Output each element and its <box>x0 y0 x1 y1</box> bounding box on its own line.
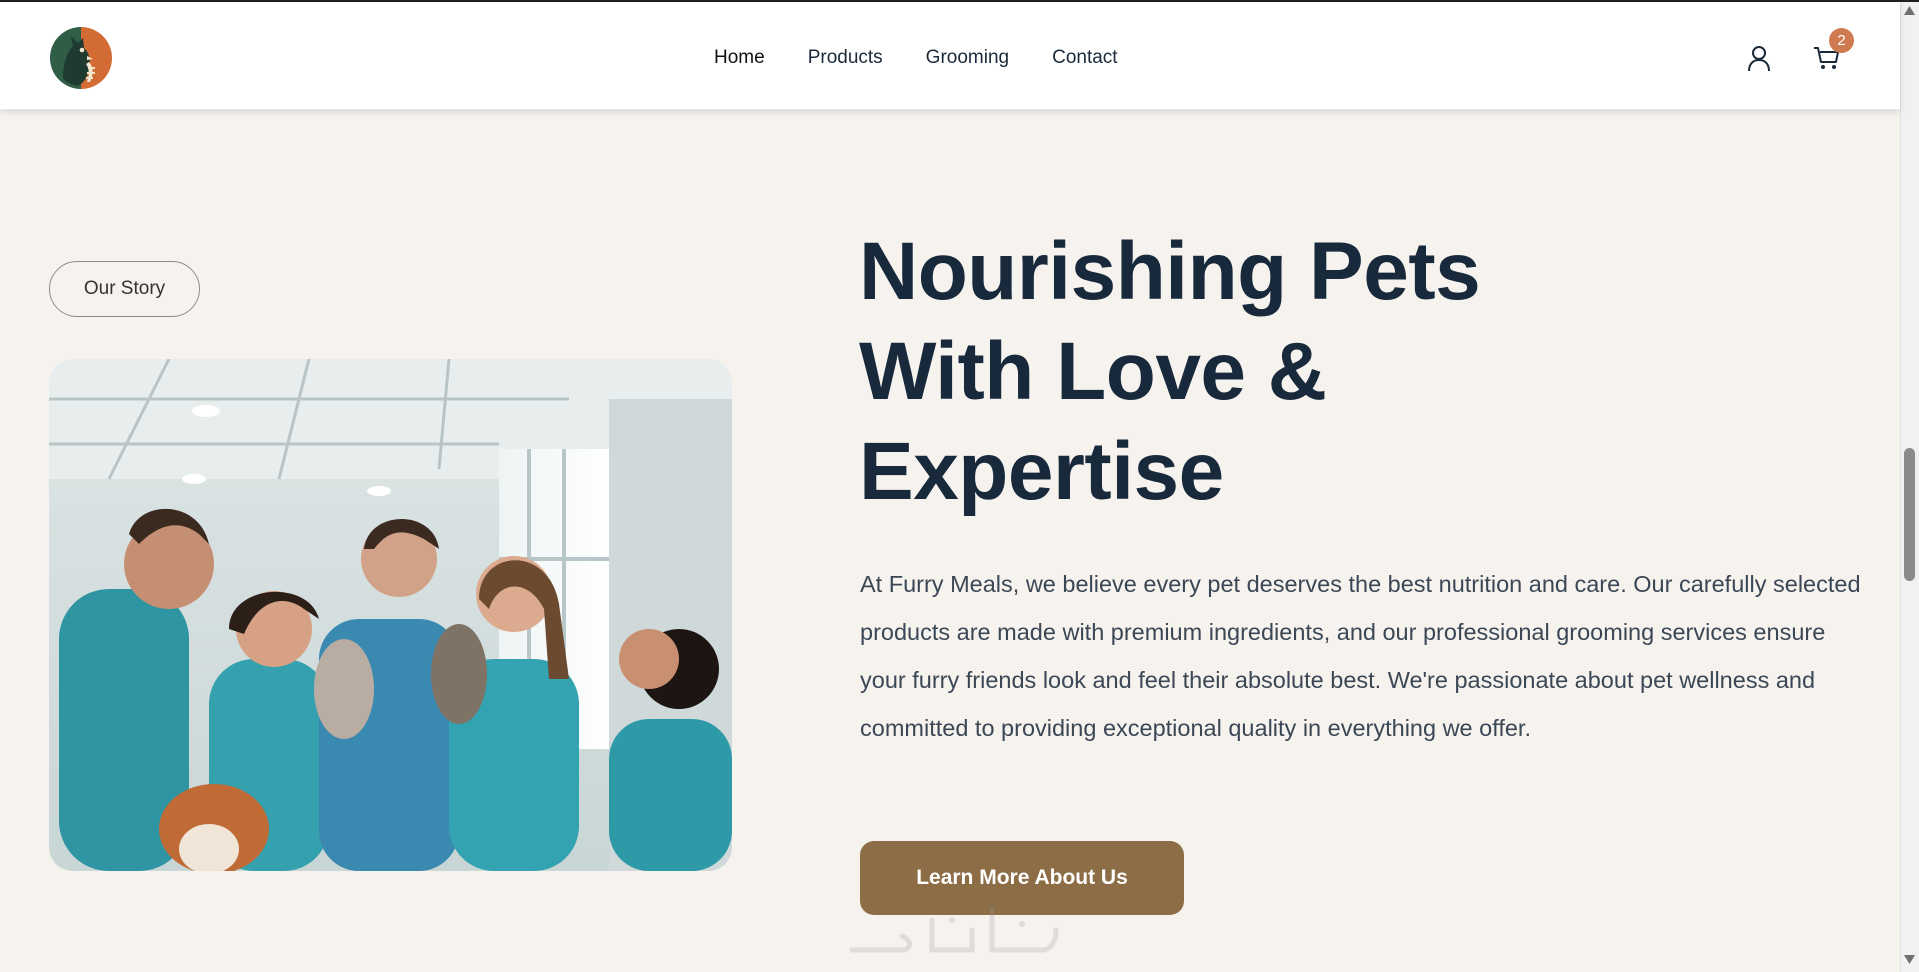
vet-team-photo <box>49 359 732 871</box>
cart-count-badge: 2 <box>1829 28 1854 53</box>
pet-logo-icon <box>50 27 112 89</box>
main-nav: Home Products Grooming Contact <box>714 46 1161 70</box>
scroll-up-arrow-icon[interactable] <box>1904 6 1915 15</box>
headline-line-2: With Love & <box>859 326 1327 417</box>
logo[interactable] <box>49 26 113 90</box>
user-icon[interactable] <box>1746 44 1772 72</box>
watermark-logo <box>849 907 1059 953</box>
scroll-down-arrow-icon[interactable] <box>1904 955 1915 964</box>
nav-grooming[interactable]: Grooming <box>926 46 1009 70</box>
nav-contact[interactable]: Contact <box>1052 46 1117 70</box>
headline-line-3: Expertise <box>859 426 1224 517</box>
headline-line-1: Nourishing Pets <box>859 226 1481 317</box>
our-story-tag: Our Story <box>49 261 200 317</box>
scrollbar-thumb[interactable] <box>1904 448 1915 581</box>
nav-home[interactable]: Home <box>714 46 765 70</box>
hero-headline: Nourishing Pets With Love & Expertise <box>859 222 1759 522</box>
site-header: Home Products Grooming Contact <box>0 2 1900 110</box>
nav-products[interactable]: Products <box>808 46 883 70</box>
story-paragraph: At Furry Meals, we believe every pet des… <box>860 571 1861 741</box>
vet-team-with-pets-image <box>49 359 732 871</box>
